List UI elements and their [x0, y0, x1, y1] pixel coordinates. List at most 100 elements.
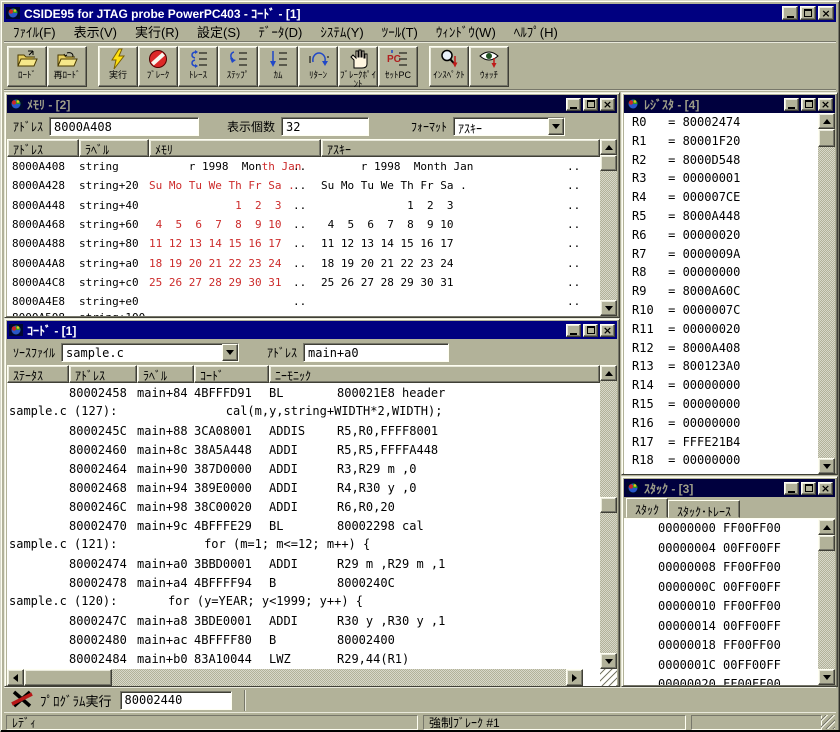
memory-row[interactable]: 8000A508string+100	[7, 311, 600, 316]
scrollbar-thumb[interactable]	[600, 155, 617, 171]
scrollbar-thumb[interactable]	[818, 535, 835, 551]
menu-item[interactable]: ｳｨﾝﾄﾞｳ(W)	[427, 20, 505, 43]
register-row[interactable]: R19 = 00000000	[632, 470, 818, 474]
register-row[interactable]: R18 = 00000000	[632, 451, 818, 470]
memory-row[interactable]: 8000A4A8string+a018 19 20 21 22 23 24..1…	[7, 253, 600, 272]
register-row[interactable]: R8 = 00000000	[632, 263, 818, 282]
code-row[interactable]: 80002474main+a03BBD0001ADDIR29 m ,R29 m …	[7, 554, 600, 573]
source-line[interactable]: sample.c (120): for (y=YEAR; y<1999; y++…	[7, 592, 600, 611]
resize-grip[interactable]	[600, 669, 617, 686]
toolbar-button-breakpoint-hand[interactable]: ﾌﾞﾚｰｸﾎﾟｲﾝﾄ	[338, 46, 378, 87]
scrollbar-thumb[interactable]	[24, 669, 112, 686]
memory-row[interactable]: 8000A468string+60 4 5 6 7 8 9 10.. 4 5 6…	[7, 215, 600, 234]
stack-row[interactable]: 00000014 00FF00FF	[658, 617, 818, 637]
maximize-button[interactable]	[583, 98, 598, 111]
memory-scrollbar[interactable]	[600, 139, 617, 316]
menu-item[interactable]: 設定(S)	[188, 20, 249, 43]
toolbar-button-step-arrow[interactable]: ｽﾃｯﾌﾟ	[218, 46, 258, 87]
register-row[interactable]: R11 = 00000020	[632, 320, 818, 339]
register-row[interactable]: R3 = 00000001	[632, 169, 818, 188]
stack-row[interactable]: 00000018 FF00FF00	[658, 636, 818, 656]
display-count-input[interactable]	[281, 117, 369, 136]
memory-address-input[interactable]	[49, 117, 199, 136]
menu-item[interactable]: ﾍﾙﾌﾟ(H)	[505, 20, 567, 43]
menu-item[interactable]: 表示(V)	[65, 20, 126, 43]
close-button[interactable]: ×	[600, 98, 615, 111]
register-row[interactable]: R12 = 8000A408	[632, 339, 818, 358]
menu-item[interactable]: ｼｽﾃﾑ(Y)	[311, 20, 372, 43]
toolbar-button-come-arrow[interactable]: ｶﾑ	[258, 46, 298, 87]
source-line[interactable]: sample.c (121): for (m=1; m<=12; m++) {	[7, 535, 600, 554]
memory-window-titlebar[interactable]: ﾒﾓﾘ - [2] ×	[7, 95, 617, 113]
source-line[interactable]: sample.c (127): cal(m,y,string+WIDTH*2,W…	[7, 402, 600, 421]
code-row[interactable]: 80002460main+8c38A5A448ADDIR5,R5,FFFFA44…	[7, 440, 600, 459]
toolbar-button-break-sign[interactable]: ﾌﾞﾚｰｸ	[138, 46, 178, 87]
maximize-button[interactable]	[800, 6, 816, 20]
code-row[interactable]: 80002484main+b083A10044LWZR29,44(R1)	[7, 649, 600, 668]
code-row[interactable]: 8000245Cmain+883CA08001ADDISR5,R0,FFFF80…	[7, 421, 600, 440]
toolbar-button-inspect-magnifier[interactable]: ｲﾝｽﾍﾟｸﾄ	[429, 46, 469, 87]
code-row[interactable]: 8000246Cmain+9838C00020ADDIR6,R0,20	[7, 497, 600, 516]
memory-row[interactable]: 8000A4C8string+c025 26 27 28 29 30 31..2…	[7, 273, 600, 292]
minimize-button[interactable]	[784, 482, 799, 495]
tab-stack-trace[interactable]: ｽﾀｯｸ･ﾄﾚｰｽ	[668, 500, 740, 518]
code-row[interactable]: 80002470main+9c4BFFFE29BL80002298 cal	[7, 516, 600, 535]
close-button[interactable]: ×	[818, 482, 833, 495]
maximize-button[interactable]	[583, 324, 598, 337]
menu-item[interactable]: ﾃﾞｰﾀ(D)	[249, 20, 311, 43]
scrollbar-thumb[interactable]	[818, 129, 835, 147]
scrollbar-thumb[interactable]	[600, 497, 617, 513]
stack-row[interactable]: 00000008 FF00FF00	[658, 558, 818, 578]
memory-row[interactable]: 8000A428string+20Su Mo Tu We Th Fr Sa ..…	[7, 176, 600, 195]
toolbar-button-setpc[interactable]: PCｾｯﾄPC	[378, 46, 418, 87]
register-row[interactable]: R4 = 000007CE	[632, 188, 818, 207]
code-horizontal-scrollbar[interactable]	[7, 669, 583, 686]
register-row[interactable]: R14 = 00000000	[632, 376, 818, 395]
stack-row[interactable]: 00000004 00FF00FF	[658, 539, 818, 559]
register-row[interactable]: R10 = 0000007C	[632, 301, 818, 320]
memory-row[interactable]: 8000A488string+8011 12 13 14 15 16 17..1…	[7, 234, 600, 253]
maximize-button[interactable]	[801, 482, 816, 495]
toolbar-button-reload-folder[interactable]: 再ﾛｰﾄﾞ	[47, 46, 87, 87]
minimize-button[interactable]	[566, 324, 581, 337]
stack-row[interactable]: 00000000 FF00FF00	[658, 519, 818, 539]
code-window-titlebar[interactable]: ｺｰﾄﾞ - [1] ×	[7, 321, 617, 339]
program-stop-icon[interactable]	[10, 689, 34, 712]
minimize-button[interactable]	[566, 98, 581, 111]
register-row[interactable]: R15 = 00000000	[632, 395, 818, 414]
program-run-address-field[interactable]	[120, 691, 232, 710]
register-scrollbar[interactable]	[818, 113, 835, 474]
menu-item[interactable]: ﾂｰﾙ(T)	[373, 20, 427, 43]
code-row[interactable]: 80002464main+90387D0000ADDIR3,R29 m ,0	[7, 459, 600, 478]
format-combobox[interactable]: ｱｽｷｰ	[453, 117, 565, 136]
code-address-input[interactable]	[303, 343, 449, 362]
register-row[interactable]: R5 = 8000A448	[632, 207, 818, 226]
stack-scrollbar[interactable]	[818, 519, 835, 685]
memory-row[interactable]: 8000A4E8string+e0....	[7, 292, 600, 311]
memory-row[interactable]: 8000A408string r 1998 Month Jan.. r 1998…	[7, 157, 600, 176]
stack-row[interactable]: 0000001C 00FF00FF	[658, 656, 818, 676]
stack-row[interactable]: 00000010 FF00FF00	[658, 597, 818, 617]
register-row[interactable]: R9 = 8000A60C	[632, 282, 818, 301]
register-row[interactable]: R6 = 00000020	[632, 226, 818, 245]
register-row[interactable]: R16 = 00000000	[632, 414, 818, 433]
toolbar-button-return-arrow[interactable]: ﾘﾀｰﾝ	[298, 46, 338, 87]
tab-stack[interactable]: ｽﾀｯｸ	[626, 498, 668, 518]
maximize-button[interactable]	[801, 98, 816, 111]
chevron-down-icon[interactable]	[222, 344, 238, 361]
minimize-button[interactable]	[784, 98, 799, 111]
chevron-down-icon[interactable]	[548, 118, 564, 135]
register-row[interactable]: R2 = 8000D548	[632, 151, 818, 170]
stack-window-titlebar[interactable]: ｽﾀｯｸ - [3] ×	[624, 479, 835, 497]
stack-row[interactable]: 00000020 FF00FF00	[658, 675, 818, 685]
register-row[interactable]: R1 = 80001F20	[632, 132, 818, 151]
toolbar-button-load-folder[interactable]: ﾛｰﾄﾞ	[7, 46, 47, 87]
register-row[interactable]: R0 = 80002474	[632, 113, 818, 132]
toolbar-button-run-lightning[interactable]: 実行	[98, 46, 138, 87]
menu-item[interactable]: ﾌｧｲﾙ(F)	[4, 20, 65, 43]
code-row[interactable]: 80002478main+a44BFFFF94B8000240C	[7, 573, 600, 592]
code-row[interactable]: 80002480main+ac4BFFFF80B80002400	[7, 630, 600, 649]
register-window-titlebar[interactable]: ﾚｼﾞｽﾀ - [4] ×	[624, 95, 835, 113]
minimize-button[interactable]	[782, 6, 798, 20]
code-row[interactable]: 80002458main+844BFFFD91BL800021E8 header	[7, 383, 600, 402]
